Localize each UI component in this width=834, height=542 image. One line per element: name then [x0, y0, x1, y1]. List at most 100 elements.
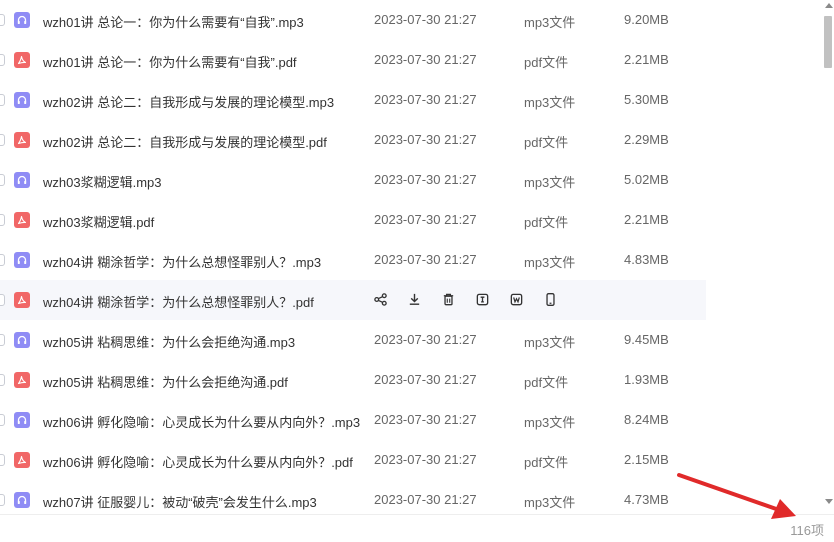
file-row[interactable]: wzh03浆糊逻辑.mp3 2023-07-30 21:27 mp3文件 5.02MB: [0, 160, 706, 200]
file-row[interactable]: wzh06讲 孵化隐喻：心灵成长为什么要从内向外？.pdf 2023-07-30 …: [0, 440, 706, 480]
file-name[interactable]: wzh02讲 总论二：自我形成与发展的理论模型.mp3: [43, 92, 334, 111]
pdf-file-icon: [14, 292, 30, 308]
file-size: 5.30MB: [624, 92, 669, 107]
audio-file-icon: [14, 252, 30, 268]
file-size: 4.83MB: [624, 252, 669, 267]
file-name[interactable]: wzh06讲 孵化隐喻：心灵成长为什么要从内向外？.pdf: [43, 452, 353, 471]
vertical-scrollbar[interactable]: [822, 0, 834, 514]
file-name[interactable]: wzh01讲 总论一：你为什么需要有“自我”.mp3: [43, 12, 304, 31]
file-row[interactable]: wzh05讲 粘稠思维：为什么会拒绝沟通.pdf 2023-07-30 21:27…: [0, 360, 706, 400]
file-name[interactable]: wzh02讲 总论二：自我形成与发展的理论模型.pdf: [43, 132, 327, 151]
file-name[interactable]: wzh01讲 总论一：你为什么需要有“自我”.pdf: [43, 52, 297, 71]
row-checkbox[interactable]: [0, 134, 5, 146]
scroll-down-arrow-icon[interactable]: [825, 499, 833, 504]
file-type: pdf文件: [524, 55, 569, 70]
file-type: mp3文件: [524, 335, 576, 350]
pdf-file-icon: [14, 52, 30, 68]
download-icon[interactable]: [406, 291, 423, 308]
file-row[interactable]: wzh02讲 总论二：自我形成与发展的理论模型.pdf 2023-07-30 21…: [0, 120, 706, 160]
file-type: pdf文件: [524, 215, 569, 230]
mobile-icon[interactable]: [542, 291, 559, 308]
file-type: pdf文件: [524, 455, 569, 470]
file-row[interactable]: wzh03浆糊逻辑.pdf 2023-07-30 21:27 pdf文件 2.21MB: [0, 200, 706, 240]
audio-file-icon: [14, 412, 30, 428]
file-date: 2023-07-30 21:27: [374, 492, 477, 507]
file-date: 2023-07-30 21:27: [374, 212, 477, 227]
file-type: pdf文件: [524, 135, 569, 150]
pdf-file-icon: [14, 452, 30, 468]
file-type: mp3文件: [524, 495, 576, 510]
file-type: mp3文件: [524, 95, 576, 110]
row-checkbox[interactable]: [0, 374, 5, 386]
row-checkbox[interactable]: [0, 454, 5, 466]
rename-icon[interactable]: [474, 291, 491, 308]
list-footer: 116项: [0, 514, 834, 542]
audio-file-icon: [14, 492, 30, 508]
file-size: 5.02MB: [624, 172, 669, 187]
file-type: mp3文件: [524, 255, 576, 270]
file-row[interactable]: wzh04讲 糊涂哲学：为什么总想怪罪别人？.mp3 2023-07-30 21:…: [0, 240, 706, 280]
row-checkbox[interactable]: [0, 54, 5, 66]
row-actions: [372, 291, 559, 308]
file-type: pdf文件: [524, 375, 569, 390]
audio-file-icon: [14, 12, 30, 28]
file-size: 9.20MB: [624, 12, 669, 27]
file-date: 2023-07-30 21:27: [374, 372, 477, 387]
file-row[interactable]: wzh04讲 糊涂哲学：为什么总想怪罪别人？.pdf: [0, 280, 706, 320]
row-checkbox[interactable]: [0, 294, 5, 306]
file-type: mp3文件: [524, 415, 576, 430]
audio-file-icon: [14, 172, 30, 188]
row-checkbox[interactable]: [0, 494, 5, 506]
row-checkbox[interactable]: [0, 94, 5, 106]
file-name[interactable]: wzh03浆糊逻辑.mp3: [43, 172, 161, 191]
file-date: 2023-07-30 21:27: [374, 252, 477, 267]
file-row[interactable]: wzh01讲 总论一：你为什么需要有“自我”.pdf 2023-07-30 21:…: [0, 40, 706, 80]
file-date: 2023-07-30 21:27: [374, 172, 477, 187]
file-date: 2023-07-30 21:27: [374, 12, 477, 27]
file-date: 2023-07-30 21:27: [374, 52, 477, 67]
share-icon[interactable]: [372, 291, 389, 308]
file-size: 8.24MB: [624, 412, 669, 427]
file-list: wzh01讲 总论一：你为什么需要有“自我”.mp3 2023-07-30 21:…: [0, 0, 822, 514]
file-date: 2023-07-30 21:27: [374, 452, 477, 467]
file-type: mp3文件: [524, 175, 576, 190]
pdf-file-icon: [14, 212, 30, 228]
row-checkbox[interactable]: [0, 174, 5, 186]
row-checkbox[interactable]: [0, 414, 5, 426]
file-name[interactable]: wzh06讲 孵化隐喻：心灵成长为什么要从内向外？.mp3: [43, 412, 360, 431]
file-size: 4.73MB: [624, 492, 669, 507]
file-row[interactable]: wzh01讲 总论一：你为什么需要有“自我”.mp3 2023-07-30 21:…: [0, 0, 706, 40]
item-count: 116项: [790, 523, 824, 538]
file-row[interactable]: wzh06讲 孵化隐喻：心灵成长为什么要从内向外？.mp3 2023-07-30 …: [0, 400, 706, 440]
file-name[interactable]: wzh07讲 征服婴儿：被动“破壳”会发生什么.mp3: [43, 492, 317, 511]
file-name[interactable]: wzh04讲 糊涂哲学：为什么总想怪罪别人？.mp3: [43, 252, 321, 271]
row-checkbox[interactable]: [0, 254, 5, 266]
row-checkbox[interactable]: [0, 14, 5, 26]
audio-file-icon: [14, 332, 30, 348]
file-date: 2023-07-30 21:27: [374, 132, 477, 147]
file-name[interactable]: wzh04讲 糊涂哲学：为什么总想怪罪别人？.pdf: [43, 292, 314, 311]
row-checkbox[interactable]: [0, 214, 5, 226]
file-row[interactable]: wzh02讲 总论二：自我形成与发展的理论模型.mp3 2023-07-30 21…: [0, 80, 706, 120]
file-date: 2023-07-30 21:27: [374, 332, 477, 347]
word-doc-icon[interactable]: [508, 291, 525, 308]
file-size: 2.29MB: [624, 132, 669, 147]
pdf-file-icon: [14, 132, 30, 148]
file-name[interactable]: wzh03浆糊逻辑.pdf: [43, 212, 154, 231]
pdf-file-icon: [14, 372, 30, 388]
audio-file-icon: [14, 92, 30, 108]
file-size: 1.93MB: [624, 372, 669, 387]
file-row[interactable]: wzh05讲 粘稠思维：为什么会拒绝沟通.mp3 2023-07-30 21:27…: [0, 320, 706, 360]
delete-icon[interactable]: [440, 291, 457, 308]
scroll-up-arrow-icon[interactable]: [825, 3, 833, 8]
file-name[interactable]: wzh05讲 粘稠思维：为什么会拒绝沟通.pdf: [43, 372, 288, 391]
file-size: 2.15MB: [624, 452, 669, 467]
file-date: 2023-07-30 21:27: [374, 92, 477, 107]
row-checkbox[interactable]: [0, 334, 5, 346]
file-name[interactable]: wzh05讲 粘稠思维：为什么会拒绝沟通.mp3: [43, 332, 295, 351]
file-size: 2.21MB: [624, 52, 669, 67]
file-size: 9.45MB: [624, 332, 669, 347]
file-row[interactable]: wzh07讲 征服婴儿：被动“破壳”会发生什么.mp3 2023-07-30 21…: [0, 480, 706, 514]
scroll-thumb[interactable]: [824, 16, 832, 68]
file-size: 2.21MB: [624, 212, 669, 227]
